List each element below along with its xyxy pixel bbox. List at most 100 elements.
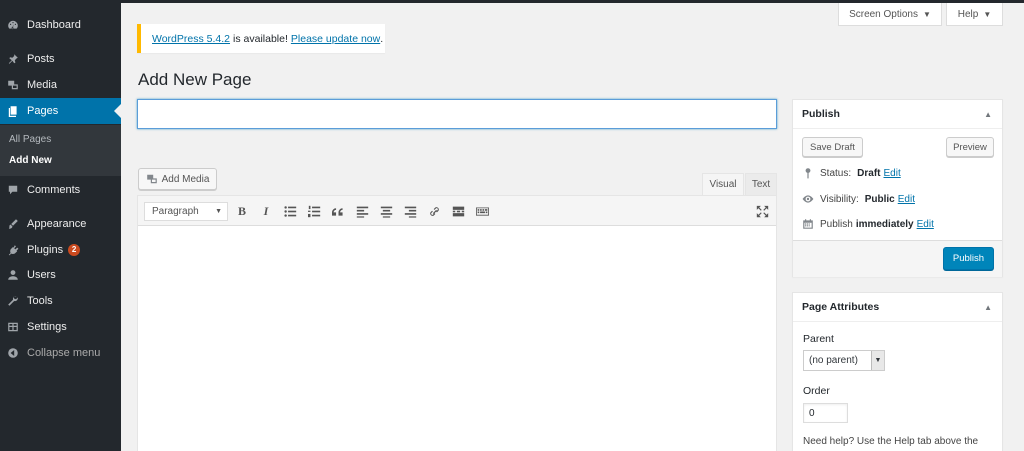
- publish-actions: Publish: [793, 240, 1002, 277]
- pin-icon: [7, 53, 19, 65]
- edit-date-link[interactable]: Edit: [917, 219, 934, 230]
- format-select[interactable]: Paragraph ▼: [144, 202, 228, 221]
- content-editor[interactable]: Paragraph ▼ B I: [137, 195, 777, 451]
- page-title: Add New Page: [138, 70, 252, 89]
- submenu-add-new[interactable]: Add New: [9, 155, 52, 166]
- user-icon: [7, 269, 19, 281]
- sidebar-item-plugins[interactable]: Plugins 2: [0, 237, 121, 263]
- sidebar-item-label: Users: [27, 269, 56, 281]
- parent-label: Parent: [803, 333, 834, 345]
- bullet-list-button[interactable]: [282, 203, 298, 219]
- add-media-button[interactable]: Add Media: [138, 168, 217, 190]
- visibility-label: Visibility:: [820, 193, 859, 205]
- help-button[interactable]: Help ▼: [946, 3, 1003, 26]
- sidebar-item-comments[interactable]: Comments: [0, 177, 121, 203]
- sidebar-item-settings[interactable]: Settings: [0, 314, 121, 340]
- format-value: Paragraph: [152, 206, 199, 217]
- publish-box-header[interactable]: Publish ▲: [793, 100, 1002, 129]
- collapse-menu-button[interactable]: Collapse menu: [0, 340, 121, 366]
- sidebar-item-label: Settings: [27, 321, 67, 333]
- preview-button[interactable]: Preview: [946, 137, 994, 157]
- submenu-all-pages[interactable]: All Pages: [9, 134, 51, 145]
- bullet-list-icon: [283, 205, 296, 217]
- fullscreen-icon: [756, 205, 768, 217]
- pages-icon: [7, 105, 19, 117]
- page-attributes-heading: Page Attributes: [802, 301, 880, 313]
- page-attributes-box: Page Attributes ▲ Parent (no parent) ▼ O…: [792, 292, 1003, 451]
- collapse-icon: [7, 347, 19, 359]
- fullscreen-button[interactable]: [754, 203, 770, 219]
- sidebar-item-label: Comments: [27, 184, 81, 196]
- save-draft-button[interactable]: Save Draft: [802, 137, 863, 157]
- toolbar-toggle-button[interactable]: [474, 203, 490, 219]
- order-input[interactable]: 0: [803, 403, 848, 423]
- link-icon: [429, 206, 439, 216]
- wordpress-version-link[interactable]: WordPress 5.4.2: [152, 33, 230, 45]
- page-attributes-header[interactable]: Page Attributes ▲: [793, 293, 1002, 322]
- order-label: Order: [803, 385, 830, 397]
- plugin-icon: [7, 244, 19, 256]
- parent-select[interactable]: (no parent) ▼: [803, 350, 885, 371]
- sidebar-item-media[interactable]: Media: [0, 72, 121, 98]
- eye-icon: [802, 195, 814, 203]
- caret-up-icon[interactable]: ▲: [984, 303, 992, 312]
- sidebar-item-posts[interactable]: Posts: [0, 46, 121, 72]
- admin-sidebar: Dashboard Posts Media Pages All Pages Ad…: [0, 0, 121, 451]
- edit-status-link[interactable]: Edit: [883, 168, 900, 179]
- title-input[interactable]: [137, 99, 777, 129]
- add-media-label: Add Media: [161, 173, 210, 185]
- pages-submenu: All Pages Add New: [0, 125, 121, 176]
- align-center-button[interactable]: [378, 203, 394, 219]
- tab-visual[interactable]: Visual: [702, 173, 744, 195]
- caret-down-icon: ▼: [983, 9, 992, 19]
- publish-date-label: Publish: [820, 218, 853, 230]
- sidebar-item-pages[interactable]: Pages: [0, 98, 121, 124]
- status-label: Status:: [820, 167, 852, 179]
- sidebar-item-tools[interactable]: Tools: [0, 288, 121, 314]
- status-value: Draft: [857, 167, 881, 179]
- publish-heading: Publish: [802, 108, 840, 120]
- bold-button[interactable]: B: [234, 203, 250, 219]
- caret-down-icon: ▼: [923, 9, 931, 19]
- update-count-badge: 2: [68, 244, 81, 256]
- visibility-value: Public: [864, 193, 895, 205]
- tab-text[interactable]: Text: [745, 173, 777, 195]
- align-center-icon: [380, 206, 392, 218]
- align-right-button[interactable]: [402, 203, 418, 219]
- sidebar-item-label: Tools: [27, 295, 53, 307]
- sidebar-item-label: Pages: [27, 105, 59, 117]
- settings-icon: [7, 321, 19, 333]
- parent-value: (no parent): [809, 355, 858, 366]
- sidebar-item-appearance[interactable]: Appearance: [0, 211, 121, 237]
- notice-period: .: [380, 32, 384, 45]
- quote-icon: [331, 207, 343, 216]
- align-left-button[interactable]: [354, 203, 370, 219]
- publish-button[interactable]: Publish: [943, 247, 994, 270]
- editor-toolbar: Paragraph ▼ B I: [138, 196, 776, 226]
- help-text: Need help? Use the Help tab above the: [803, 436, 979, 447]
- read-more-button[interactable]: [450, 203, 466, 219]
- update-now-link[interactable]: Please update now: [291, 33, 380, 45]
- sidebar-item-label: Plugins: [27, 244, 64, 256]
- help-label: Help: [957, 8, 979, 20]
- publish-box: Publish ▲ Save Draft Preview Status: Dra…: [792, 99, 1003, 277]
- blockquote-button[interactable]: [330, 203, 346, 219]
- screen-options-button[interactable]: Screen Options ▼: [838, 3, 942, 26]
- update-notice: WordPress 5.4.2 is available! Please upd…: [137, 24, 385, 53]
- chevron-down-icon: ▼: [871, 351, 884, 370]
- status-row: Status: Draft Edit: [802, 167, 901, 179]
- publish-date-row: Publish immediately Edit: [802, 218, 934, 230]
- sidebar-item-label: Dashboard: [27, 19, 81, 31]
- sidebar-item-users[interactable]: Users: [0, 262, 121, 288]
- publish-date-value: immediately: [855, 218, 914, 230]
- sidebar-item-label: Posts: [27, 53, 55, 65]
- edit-visibility-link[interactable]: Edit: [898, 194, 915, 205]
- keyboard-icon: [475, 206, 489, 216]
- numbered-list-button[interactable]: [306, 203, 322, 219]
- italic-button[interactable]: I: [258, 203, 274, 219]
- align-right-icon: [404, 206, 416, 218]
- sidebar-item-dashboard[interactable]: Dashboard: [0, 12, 121, 38]
- insert-link-button[interactable]: [426, 203, 442, 219]
- caret-up-icon[interactable]: ▲: [984, 110, 992, 119]
- sidebar-item-label: Media: [27, 79, 57, 91]
